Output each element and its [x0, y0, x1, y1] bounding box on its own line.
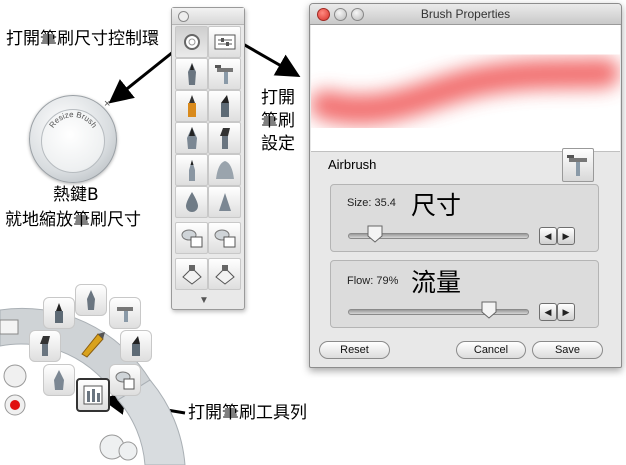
- nib-icon: [186, 127, 197, 149]
- triangle-tool[interactable]: [208, 186, 241, 218]
- brush-properties-window: Brush Properties Airbrush Size: 35.4 尺寸 …: [309, 3, 622, 368]
- menu-marker-tool[interactable]: [43, 297, 75, 329]
- stroke-preview: [310, 25, 620, 152]
- right-arrow-icon: ▶: [562, 306, 570, 317]
- marker-tool[interactable]: [175, 90, 208, 122]
- triangle-icon: [218, 193, 231, 211]
- menu-pen-tool[interactable]: [75, 284, 107, 316]
- marker-icon: [187, 95, 196, 117]
- size-decrease-button[interactable]: ◀: [539, 227, 557, 245]
- toolbar-titlebar: [172, 8, 244, 25]
- menu-center-pen-icon[interactable]: [78, 328, 106, 358]
- size-increase-button[interactable]: ▶: [557, 227, 575, 245]
- nib-tool[interactable]: [175, 122, 208, 154]
- marker-icon: [55, 303, 63, 323]
- save-button[interactable]: Save: [532, 341, 603, 359]
- menu-flat-brush-tool[interactable]: [29, 330, 61, 362]
- flat-brush-icon: [40, 336, 50, 356]
- resize-brush-label: Resize Brush: [47, 110, 98, 130]
- brush-settings-button[interactable]: [208, 26, 241, 58]
- stamp-tool-2[interactable]: [208, 222, 241, 254]
- stamp-tool[interactable]: [175, 222, 208, 254]
- brush-toolbar: ▼: [171, 7, 245, 310]
- pen-icon: [87, 290, 95, 310]
- brush-toolbar-icon: [83, 385, 103, 405]
- reset-button[interactable]: Reset: [319, 341, 390, 359]
- resize-control-close-icon[interactable]: ×: [104, 98, 110, 110]
- chisel-tool[interactable]: [208, 90, 241, 122]
- airbrush-tool[interactable]: [208, 58, 241, 90]
- brush-name: Airbrush: [328, 157, 377, 172]
- stamp-icon: [115, 371, 135, 390]
- smudge-tool[interactable]: [208, 154, 241, 186]
- pencil-tool[interactable]: [175, 154, 208, 186]
- stamp-icon: [181, 229, 202, 248]
- menu-stamp-tool[interactable]: [109, 364, 141, 396]
- size-label-cn: 尺寸: [411, 191, 462, 220]
- flat-brush-tool[interactable]: [208, 122, 241, 154]
- chisel-icon: [132, 336, 140, 356]
- menu-airbrush-tool[interactable]: [109, 297, 141, 329]
- flow-label: Flow: 79%: [347, 275, 399, 287]
- drop-tool[interactable]: [175, 186, 208, 218]
- pen-tool[interactable]: [175, 58, 208, 90]
- smudge-icon: [215, 161, 234, 179]
- eraser-icon: [214, 265, 235, 285]
- size-group: Size: 35.4 尺寸 ◀ ▶: [330, 184, 599, 252]
- window-titlebar: Brush Properties: [310, 4, 621, 25]
- airbrush-icon: [567, 155, 587, 176]
- pen-icon: [187, 63, 196, 85]
- menu-nib-tool[interactable]: [43, 364, 75, 396]
- menu-chisel-tool[interactable]: [120, 330, 152, 362]
- right-arrow-icon: ▶: [562, 230, 570, 241]
- toolbar-close-icon[interactable]: [178, 11, 189, 22]
- stroke-preview-canvas: [310, 58, 620, 125]
- svg-text:Resize Brush: Resize Brush: [47, 110, 98, 130]
- window-title: Brush Properties: [420, 7, 511, 21]
- flow-slider-thumb[interactable]: [481, 301, 497, 319]
- flat-brush-icon: [219, 128, 230, 149]
- circle-brush-icon: [183, 34, 200, 50]
- drop-icon: [185, 192, 198, 212]
- open-brush-toolbar-button[interactable]: [76, 378, 110, 412]
- airbrush-icon: [117, 307, 133, 322]
- flow-slider-track[interactable]: [348, 309, 529, 315]
- brush-marking-menu: [0, 307, 186, 465]
- nib-icon: [54, 370, 64, 390]
- size-slider-thumb[interactable]: [367, 225, 383, 243]
- left-arrow-icon: ◀: [544, 306, 552, 317]
- left-arrow-icon: ◀: [544, 230, 552, 241]
- flow-increase-button[interactable]: ▶: [557, 303, 575, 321]
- size-label: Size: 35.4: [347, 197, 396, 209]
- resize-control-button[interactable]: [175, 26, 208, 58]
- pencil-icon: [188, 160, 195, 181]
- stamp-icon: [214, 229, 235, 248]
- flow-label-cn: 流量: [411, 268, 462, 297]
- brush-settings-icon: [214, 34, 235, 50]
- flow-decrease-button[interactable]: ◀: [539, 303, 557, 321]
- cancel-button[interactable]: Cancel: [456, 341, 526, 359]
- airbrush-icon: [214, 65, 233, 84]
- fountain-pen-icon: [81, 332, 105, 358]
- chisel-icon: [220, 95, 229, 117]
- flow-group: Flow: 79% 流量 ◀ ▶: [330, 260, 599, 328]
- brush-type-button[interactable]: [562, 148, 594, 182]
